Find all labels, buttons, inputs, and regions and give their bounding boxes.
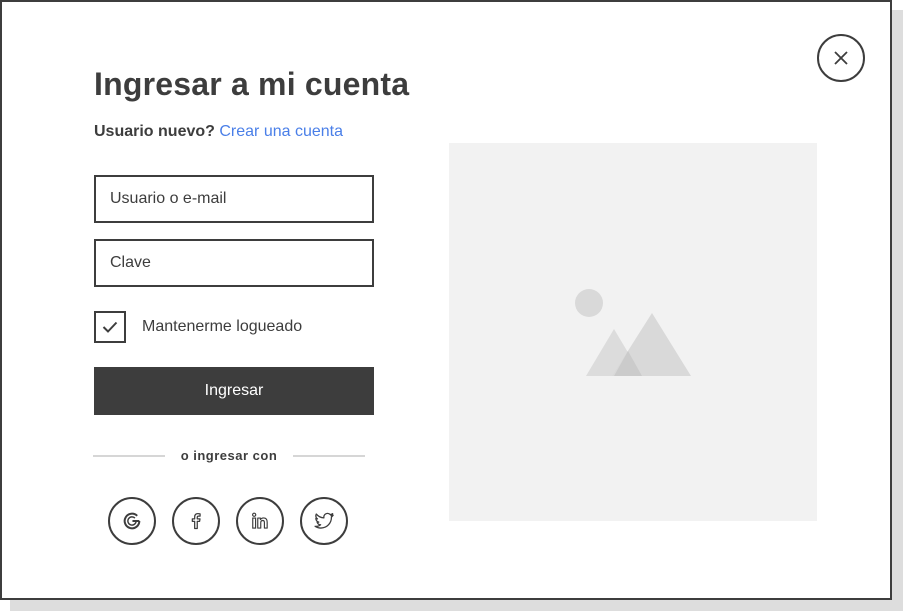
facebook-login-button[interactable] <box>172 497 220 545</box>
google-icon <box>123 512 141 530</box>
login-button[interactable]: Ingresar <box>94 367 374 415</box>
close-button[interactable] <box>817 34 865 82</box>
google-login-button[interactable] <box>108 497 156 545</box>
image-placeholder-icon <box>575 289 691 376</box>
twitter-login-button[interactable] <box>300 497 348 545</box>
linkedin-login-button[interactable] <box>236 497 284 545</box>
remember-label: Mantenerme logueado <box>142 318 303 335</box>
page-title: Ingresar a mi cuenta <box>94 66 410 102</box>
divider-line-left <box>93 455 165 457</box>
login-modal: Ingresar a mi cuenta Usuario nuevo? Crea… <box>0 0 892 600</box>
linkedin-icon <box>251 512 268 529</box>
facebook-icon <box>191 513 201 530</box>
new-user-label: Usuario nuevo? <box>94 123 215 140</box>
username-input[interactable] <box>94 175 374 223</box>
divider-line-right <box>293 455 365 457</box>
remember-checkbox[interactable] <box>94 311 126 343</box>
checkmark-icon <box>102 321 118 333</box>
new-user-line: Usuario nuevo? Crear una cuenta <box>94 123 343 141</box>
twitter-icon <box>314 512 334 529</box>
image-placeholder <box>449 143 817 521</box>
create-account-link[interactable]: Crear una cuenta <box>219 123 343 140</box>
password-input[interactable] <box>94 239 374 287</box>
close-icon <box>834 51 848 65</box>
divider-text: o ingresar con <box>180 448 278 463</box>
